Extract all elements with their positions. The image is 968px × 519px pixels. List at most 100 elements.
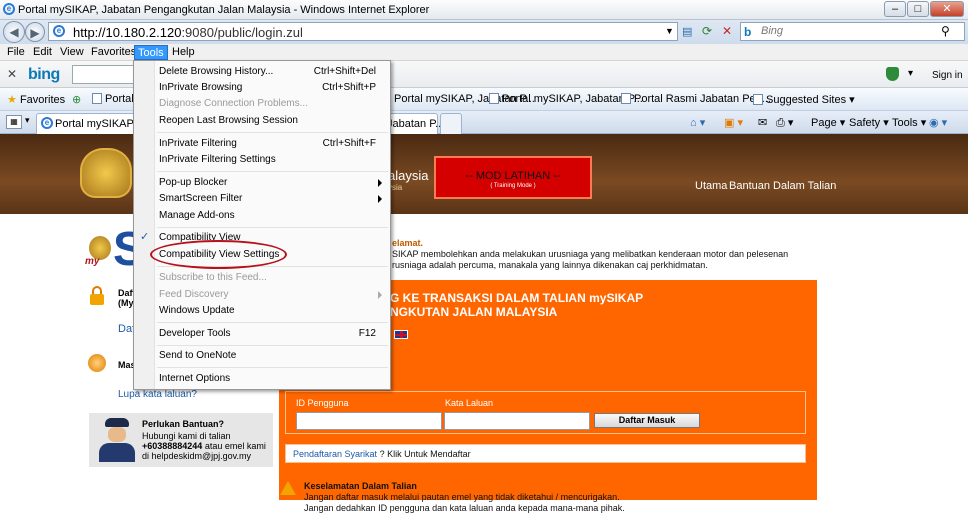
submenu-arrow-icon <box>378 179 382 187</box>
menu-separator <box>157 227 388 228</box>
add-favorite-icon[interactable]: ⊕ <box>72 93 81 106</box>
fav-item-mysikap-2[interactable]: Portal mySIKAP, Jabatan P... <box>489 93 643 105</box>
login-button[interactable]: Daftar Masuk <box>594 413 700 428</box>
menu-send-to-onenote[interactable]: Send to OneNote <box>159 350 236 361</box>
fav-item-portal[interactable]: Portal <box>92 93 134 105</box>
help-phone: +60388884244 <box>142 441 203 451</box>
register-hint: ? Klik Untuk Mendaftar <box>377 449 471 459</box>
tab-ie-icon: e <box>41 117 53 129</box>
forward-button[interactable]: ▶ <box>25 22 45 42</box>
menu-view[interactable]: View <box>57 45 87 60</box>
nav-online-help[interactable]: Bantuan Dalam Talian <box>729 180 836 192</box>
help-icon[interactable]: ◉ ▾ <box>929 116 947 129</box>
menu-gutter <box>134 61 155 389</box>
register-company-link[interactable]: Pendaftaran Syarikat <box>293 449 377 459</box>
menu-inprivate-browsing[interactable]: InPrivate Browsing <box>159 82 242 93</box>
quick-tabs-icon[interactable]: ▦ <box>6 115 22 129</box>
security-line2: Jangan dedahkan ID pengguna dan kata lal… <box>304 503 625 513</box>
menu-edit[interactable]: Edit <box>30 45 55 60</box>
menu-subscribe-feed: Subscribe to this Feed... <box>159 272 267 283</box>
maximize-button[interactable]: □ <box>907 1 929 17</box>
star-icon: ★ <box>7 94 17 106</box>
warning-icon <box>280 481 296 495</box>
tab-list-dropdown-icon[interactable]: ▾ <box>25 115 30 126</box>
tab-active[interactable]: e Portal mySIKAP, Jab <box>36 113 156 134</box>
officer-avatar <box>97 418 137 462</box>
shortcut-inprivate-browsing: Ctrl+Shift+P <box>322 82 376 93</box>
help-box: Perlukan Bantuan? Hubungi kami di talian… <box>89 413 273 467</box>
shield-icon[interactable] <box>886 67 899 81</box>
close-button[interactable]: ✕ <box>930 1 964 17</box>
register-row: Pendaftaran Syarikat ? Klik Untuk Mendaf… <box>293 449 471 459</box>
fav-item-portal-rasmi[interactable]: Portal Rasmi Jabatan Pen... <box>621 93 771 105</box>
checkmark-icon: ✓ <box>140 231 150 243</box>
nav-home[interactable]: Utama <box>695 180 727 192</box>
refresh-icon[interactable]: ⟳ <box>702 24 712 38</box>
menu-inprivate-filtering-settings[interactable]: InPrivate Filtering Settings <box>159 154 276 165</box>
menu-help[interactable]: Help <box>169 45 198 60</box>
submenu-arrow-icon <box>378 195 382 203</box>
bing-search-input[interactable] <box>72 65 136 84</box>
menu-manage-addons[interactable]: Manage Add-ons <box>159 210 235 221</box>
security-line1: Jangan daftar masuk melalui pautan emel … <box>304 492 620 502</box>
menu-developer-tools[interactable]: Developer Tools <box>159 328 231 339</box>
coat-of-arms-logo <box>80 148 132 198</box>
menu-separator <box>157 132 388 133</box>
training-mode-sub: ( Training Mode ) <box>490 183 536 189</box>
page-icon <box>621 93 631 104</box>
forgot-password-link[interactable]: Lupa kata laluan? <box>118 389 197 400</box>
ie-icon: e <box>3 3 15 15</box>
favorites-button[interactable]: ★ Favorites <box>7 93 65 106</box>
stop-icon[interactable]: ✕ <box>722 24 732 38</box>
tools-dropdown-menu: Delete Browsing History... Ctrl+Shift+De… <box>133 60 391 390</box>
safety-menu[interactable]: Safety ▾ <box>849 116 889 129</box>
menu-file[interactable]: File <box>4 45 28 60</box>
toolbar-close-icon[interactable]: ✕ <box>7 67 17 81</box>
new-tab-button[interactable] <box>440 113 462 134</box>
menu-reopen-session[interactable]: Reopen Last Browsing Session <box>159 115 298 126</box>
address-row: ◀ ▶ e http://10.180.2.120:9080/public/lo… <box>0 20 968 44</box>
address-bar[interactable]: e http://10.180.2.120:9080/public/login.… <box>48 22 678 41</box>
menu-internet-options[interactable]: Internet Options <box>159 373 230 384</box>
password-input[interactable] <box>444 412 590 430</box>
menu-favorites[interactable]: Favorites <box>88 45 139 60</box>
help-line3: di helpdeskidm@jpj.gov.my <box>142 451 252 461</box>
compatibility-icon[interactable]: ▤ <box>682 25 692 38</box>
home-icon[interactable]: ⌂ ▾ <box>690 116 705 129</box>
toolbar-dropdown-icon[interactable]: ▾ <box>908 68 913 79</box>
read-mail-icon[interactable]: ✉ <box>758 116 767 129</box>
tools-command-menu[interactable]: Tools ▾ <box>892 116 926 129</box>
menu-tools[interactable]: Tools <box>134 45 168 60</box>
feeds-icon[interactable]: ▣ ▾ <box>724 116 743 129</box>
fav-item-suggested-sites[interactable]: Suggested Sites ▾ <box>753 93 855 106</box>
minimize-button[interactable]: – <box>884 1 906 17</box>
address-dropdown-icon[interactable]: ▼ <box>665 26 674 36</box>
english-flag-icon[interactable] <box>394 330 408 339</box>
menu-inprivate-filtering[interactable]: InPrivate Filtering <box>159 138 237 149</box>
menu-diagnose-connection: Diagnose Connection Problems... <box>159 98 308 109</box>
search-icon[interactable]: ⚲ <box>941 24 950 38</box>
title-bar: e Portal mySIKAP, Jabatan Pengangkutan J… <box>0 0 968 20</box>
menu-feed-discovery: Feed Discovery <box>159 289 229 300</box>
username-label: ID Pengguna <box>296 398 349 408</box>
login-heading-2: NGKUTAN JALAN MALAYSIA <box>390 305 558 319</box>
print-icon[interactable]: ⎙ ▾ <box>776 116 793 130</box>
login-form: ID Pengguna Kata Laluan Daftar Masuk <box>285 391 806 434</box>
page-icon <box>92 93 102 104</box>
back-button[interactable]: ◀ <box>3 21 25 43</box>
address-url: http://10.180.2.120:9080/public/login.zu… <box>73 25 303 40</box>
menu-windows-update[interactable]: Windows Update <box>159 305 235 316</box>
security-title: Keselamatan Dalam Talian <box>304 481 417 491</box>
search-input[interactable]: b Bing ⚲ <box>740 22 965 41</box>
page-menu[interactable]: Page ▾ <box>811 116 845 129</box>
welcome-line1: SIKAP membolehkan anda melakukan urusnia… <box>392 249 789 259</box>
menu-smartscreen-filter[interactable]: SmartScreen Filter <box>159 193 242 204</box>
shortcut-developer-tools: F12 <box>358 328 376 339</box>
menu-popup-blocker[interactable]: Pop-up Blocker <box>159 177 227 188</box>
menu-delete-history[interactable]: Delete Browsing History... <box>159 66 273 77</box>
menu-separator <box>157 171 388 172</box>
username-input[interactable] <box>296 412 442 430</box>
help-line2: +60388884244 atau emel kami <box>142 441 266 451</box>
menu-separator <box>157 367 388 368</box>
sign-in-link[interactable]: Sign in <box>932 70 963 81</box>
